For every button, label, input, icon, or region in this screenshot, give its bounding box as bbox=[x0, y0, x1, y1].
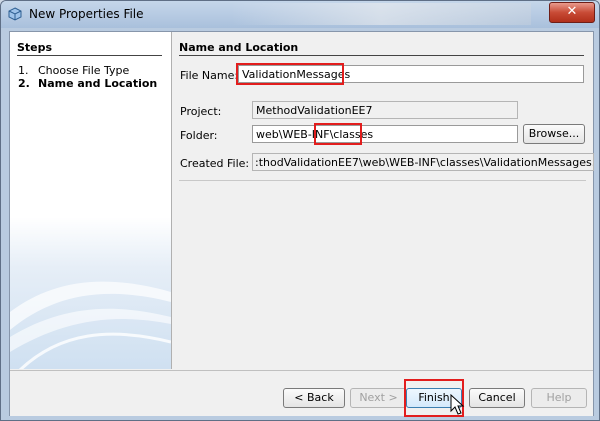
cancel-button[interactable]: Cancel bbox=[469, 388, 525, 408]
created-file-field: :thodValidationEE7\web\WEB-INF\classes\V… bbox=[252, 153, 594, 171]
name-location-panel: Name and Location File Name: ValidationM… bbox=[172, 32, 594, 369]
close-button[interactable]: ✕ bbox=[549, 2, 595, 23]
project-field: MethodValidationEE7 bbox=[252, 101, 518, 119]
step-label: Choose File Type bbox=[38, 64, 130, 77]
created-file-label: Created File: bbox=[180, 157, 250, 170]
folder-input[interactable]: web\WEB-INF\classes bbox=[252, 125, 518, 143]
step-number: 2. bbox=[18, 77, 30, 90]
file-name-label: File Name: bbox=[180, 69, 239, 82]
step-label: Name and Location bbox=[38, 77, 158, 90]
step-item-choose-file-type: 1. Choose File Type bbox=[18, 64, 129, 77]
dialog-client: Steps 1. Choose File Type 2. Name and Loca… bbox=[9, 31, 594, 417]
step-item-name-and-location: 2. Name and Location bbox=[18, 77, 157, 90]
mouse-pointer-icon bbox=[450, 394, 465, 415]
folder-classes-highlight bbox=[314, 123, 362, 145]
section-title: Name and Location bbox=[179, 41, 299, 54]
form-separator bbox=[179, 180, 586, 181]
help-button[interactable]: Help bbox=[531, 388, 587, 408]
steps-title: Steps bbox=[17, 41, 53, 54]
decorative-swoosh-graphic bbox=[10, 281, 171, 369]
dialog-button-bar: < Back Next > Finish Cancel Help bbox=[10, 370, 593, 417]
steps-panel: Steps 1. Choose File Type 2. Name and Loca… bbox=[10, 32, 172, 369]
folder-label: Folder: bbox=[180, 129, 218, 142]
netbeans-cube-icon bbox=[8, 7, 22, 21]
steps-divider bbox=[17, 55, 162, 56]
back-button[interactable]: < Back bbox=[283, 388, 345, 408]
step-number: 1. bbox=[18, 64, 29, 77]
window-title: New Properties File bbox=[29, 7, 144, 21]
browse-button[interactable]: Browse... bbox=[523, 124, 585, 144]
section-divider bbox=[179, 55, 584, 56]
project-label: Project: bbox=[180, 105, 222, 118]
title-bar[interactable]: New Properties File ✕ bbox=[1, 1, 599, 28]
file-name-highlight bbox=[236, 63, 344, 85]
background-window-blur bbox=[231, 3, 531, 25]
next-button[interactable]: Next > bbox=[350, 388, 407, 408]
dialog-window: New Properties File ✕ Steps 1. Choose Fil… bbox=[0, 0, 600, 421]
